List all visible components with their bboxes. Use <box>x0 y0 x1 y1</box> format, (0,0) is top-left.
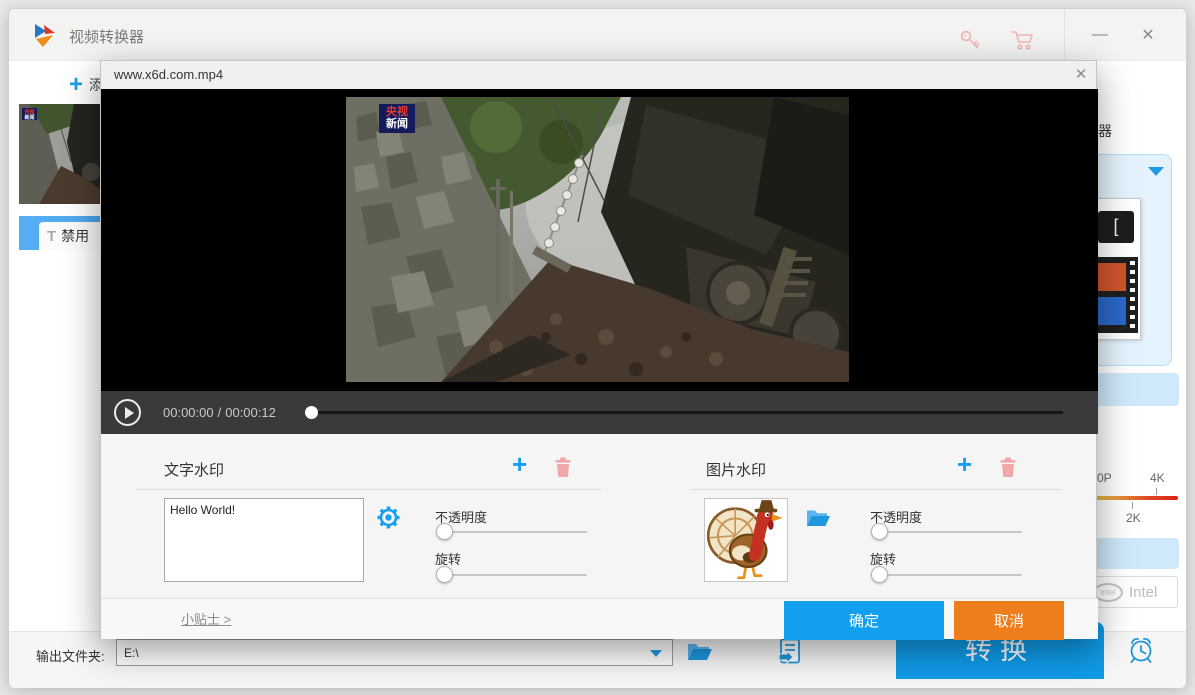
video-thumbnail[interactable]: 央视 新闻 <box>19 104 109 204</box>
delete-text-watermark-trash-icon[interactable] <box>554 457 572 477</box>
divider <box>691 489 1061 490</box>
output-folder-label: 输出文件夹: <box>36 646 105 665</box>
watermark-image-preview[interactable] <box>704 498 788 582</box>
add-files-button[interactable]: +添 <box>69 71 101 99</box>
quality-label-1080p: 0P <box>1097 471 1112 485</box>
image-opacity-slider[interactable] <box>879 531 1022 533</box>
play-button[interactable] <box>114 399 141 426</box>
progress-bar[interactable] <box>311 411 1063 414</box>
quality-label-4k: 4K <box>1150 471 1165 485</box>
add-image-watermark-button[interactable]: + <box>957 453 972 475</box>
cancel-button[interactable]: 取消 <box>954 601 1064 640</box>
text-rotate-slider[interactable] <box>444 574 587 576</box>
format-dropdown-icon[interactable] <box>1148 167 1164 176</box>
cart-icon[interactable] <box>1009 27 1037 53</box>
format-option-bar[interactable] <box>1086 373 1179 406</box>
progress-thumb[interactable] <box>305 406 318 419</box>
minimize-button[interactable]: — <box>1087 23 1113 49</box>
svg-text:新闻: 新闻 <box>24 114 34 121</box>
tips-link[interactable]: 小贴士 > <box>181 609 231 628</box>
output-folder-value: E:\ <box>124 646 139 660</box>
dialog-titlebar: www.x6d.com.mp4 ✕ <box>101 61 1096 89</box>
chevron-down-icon <box>650 650 662 657</box>
quality-slider[interactable] <box>1086 496 1178 500</box>
format-preview[interactable]: [ <box>1091 198 1141 340</box>
text-tool-icon: T <box>47 228 56 245</box>
time-separator: / <box>218 405 222 420</box>
news-badge: 央视 新闻 <box>379 104 415 133</box>
app-logo-icon <box>31 21 59 49</box>
open-folder-icon[interactable] <box>685 639 713 664</box>
rotate-label: 旋转 <box>435 549 461 568</box>
text-opacity-slider-thumb[interactable] <box>436 523 453 540</box>
play-icon <box>125 407 134 419</box>
text-opacity-slider[interactable] <box>444 531 587 533</box>
intel-badge: intel Intel <box>1086 576 1178 608</box>
thumbnail-scene: 央视 新闻 <box>19 104 109 204</box>
quality-tick-2k <box>1132 502 1133 509</box>
time-current: 00:00:00 <box>163 405 214 420</box>
quality-tick-4k <box>1156 488 1157 495</box>
app-titlebar: 视频转换器 — ✕ <box>9 9 1186 61</box>
image-rotate-slider[interactable] <box>879 574 1022 576</box>
time-total: 00:00:12 <box>225 405 276 420</box>
camera-icon: [ <box>1098 211 1134 243</box>
time-display: 00:00:00 /00:00:12 <box>161 405 278 420</box>
image-opacity-slider-thumb[interactable] <box>871 523 888 540</box>
format-section-label: 器 <box>1098 121 1112 141</box>
delete-image-watermark-trash-icon[interactable] <box>999 457 1017 477</box>
divider <box>136 489 601 490</box>
video-scene <box>346 97 849 382</box>
image-watermark-title: 图片水印 <box>706 459 766 480</box>
quality-label-2k: 2K <box>1126 511 1141 525</box>
watermark-text-input[interactable]: Hello World! <box>164 498 364 582</box>
close-window-button[interactable]: ✕ <box>1135 23 1161 49</box>
turkey-image <box>705 499 787 581</box>
tab-text-watermark[interactable]: T 禁用 <box>39 222 109 250</box>
plus-icon: + <box>69 71 83 98</box>
dialog-title: www.x6d.com.mp4 <box>114 67 223 82</box>
alarm-clock-icon[interactable] <box>1125 634 1157 666</box>
rotate-label: 旋转 <box>870 549 896 568</box>
output-folder-select[interactable]: E:\ <box>116 639 673 666</box>
video-preview-area: 央视 新闻 <box>101 89 1098 391</box>
titlebar-separator <box>1064 9 1065 61</box>
key-icon[interactable] <box>957 27 983 53</box>
player-bar: 00:00:00 /00:00:12 <box>101 391 1098 434</box>
image-rotate-slider-thumb[interactable] <box>871 566 888 583</box>
dialog-footer: 小贴士 > 确定 取消 <box>101 598 1098 639</box>
quality-option-bar[interactable] <box>1086 538 1179 569</box>
tab-label: 禁用 <box>61 226 89 246</box>
app-title: 视频转换器 <box>69 26 144 47</box>
text-watermark-title: 文字水印 <box>164 459 224 480</box>
text-rotate-slider-thumb[interactable] <box>436 566 453 583</box>
text-watermark-tab-bar: T 禁用 <box>19 216 109 250</box>
output-file-icon[interactable] <box>777 637 803 665</box>
browse-image-folder-icon[interactable] <box>805 507 831 529</box>
filmstrip-icon <box>1094 257 1138 333</box>
text-settings-gear-icon[interactable] <box>377 506 400 529</box>
add-text-watermark-button[interactable]: + <box>512 453 527 475</box>
intel-label: Intel <box>1129 584 1157 601</box>
watermark-dialog: www.x6d.com.mp4 ✕ <box>100 60 1097 638</box>
ok-button[interactable]: 确定 <box>784 601 944 640</box>
video-frame[interactable]: 央视 新闻 <box>346 97 849 382</box>
dialog-close-icon[interactable]: ✕ <box>1069 64 1093 86</box>
